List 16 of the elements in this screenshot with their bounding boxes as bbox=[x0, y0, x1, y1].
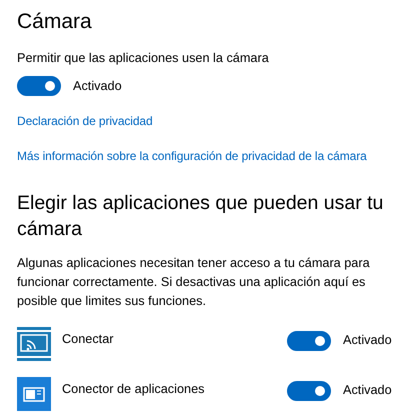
privacy-link[interactable]: Declaración de privacidad bbox=[17, 112, 153, 130]
toggle-state: Activado bbox=[73, 78, 122, 95]
toggle-state: Activado bbox=[342, 332, 392, 350]
app-name: Conector de aplicaciones bbox=[61, 381, 206, 398]
section-description: Algunas aplicaciones necesitan tener acceso a tu cámara para funcionar correctamente. Si desactivas una aplicación aquí es posible que limites sus funciones. bbox=[17, 255, 371, 310]
setting-label: Permitir que las aplicaciones usen la cámara bbox=[17, 50, 270, 67]
toggle-switch[interactable] bbox=[17, 76, 61, 96]
privacy-link[interactable]: Más información sobre la configuración de privacidad de la cámara bbox=[17, 147, 367, 166]
toggle-switch[interactable] bbox=[287, 381, 331, 402]
app-name: Conectar bbox=[61, 331, 114, 348]
app-icon bbox=[17, 327, 51, 362]
toggle-switch[interactable] bbox=[287, 331, 331, 352]
app-icon bbox=[17, 377, 51, 412]
toggle-state: Activado bbox=[342, 382, 392, 400]
page-title: Cámara bbox=[17, 9, 93, 35]
section-heading: Elegir las aplicaciones que pueden usar tu cámara bbox=[17, 191, 384, 242]
